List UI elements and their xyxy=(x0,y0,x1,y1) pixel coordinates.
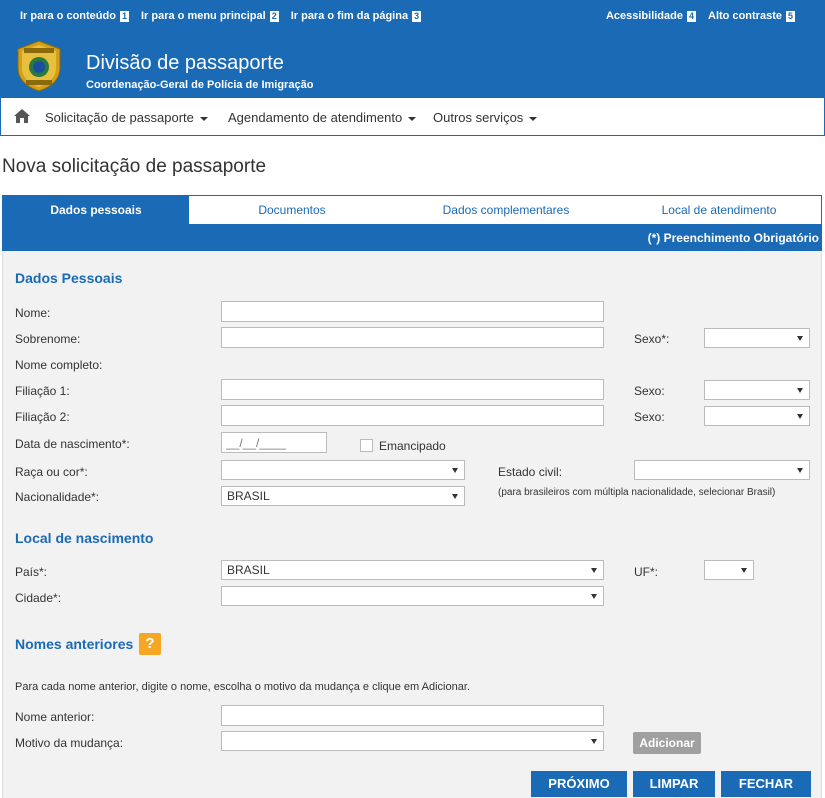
accessibility-label: Acessibilidade xyxy=(605,10,683,22)
form-tabs: Dados pessoais Documentos Dados compleme… xyxy=(2,195,822,225)
next-button[interactable]: PRÓXIMO xyxy=(531,771,627,797)
sobrenome-label: Sobrenome: xyxy=(15,332,81,346)
sexo-select[interactable] xyxy=(704,328,810,348)
sexo-label: Sexo*: xyxy=(634,332,670,346)
main-nav: Solicitação de passaporte Agendamento de… xyxy=(0,98,825,136)
site-title: Divisão de passaporte xyxy=(86,52,284,74)
chevron-down-icon xyxy=(452,468,458,473)
uf-label: UF*: xyxy=(634,565,658,579)
chevron-down-icon xyxy=(591,739,597,744)
tab-documents[interactable]: Documentos xyxy=(189,196,395,225)
access-key: 3 xyxy=(412,10,422,22)
nav-item-passport-request[interactable]: Solicitação de passaporte xyxy=(45,110,208,125)
chevron-down-icon xyxy=(797,388,803,393)
nome-anterior-input[interactable] xyxy=(221,705,604,726)
nav-item-label: Agendamento de atendimento xyxy=(228,110,403,125)
section-title-previous-names: Nomes anteriores xyxy=(15,636,134,652)
chevron-down-icon xyxy=(591,594,597,599)
clear-button[interactable]: LIMPAR xyxy=(633,771,715,797)
pais-label: País*: xyxy=(15,565,48,579)
cidade-label: Cidade*: xyxy=(15,591,62,605)
previous-names-instructions: Para cada nome anterior, digite o nome, … xyxy=(15,681,470,693)
uf-select[interactable] xyxy=(704,560,754,580)
skip-to-footer-link[interactable]: Ir para o fim da página 3 xyxy=(290,10,422,22)
skip-to-content-label: Ir para o conteúdo xyxy=(20,10,116,22)
filiacao1-input[interactable] xyxy=(221,379,604,400)
skip-to-footer-label: Ir para o fim da página xyxy=(290,10,409,22)
high-contrast-link[interactable]: Alto contraste 5 xyxy=(708,10,795,22)
chevron-down-icon xyxy=(408,116,417,121)
policia-federal-badge-icon xyxy=(17,40,61,92)
chevron-down-icon xyxy=(797,468,803,473)
filiacao2-input[interactable] xyxy=(221,405,604,426)
nascimento-input[interactable] xyxy=(221,432,327,453)
section-title-birthplace: Local de nascimento xyxy=(15,530,154,546)
nome-label: Nome: xyxy=(15,306,51,320)
filiacao2-label: Filiação 2: xyxy=(15,410,70,424)
nascimento-label: Data de nascimento*: xyxy=(15,437,130,451)
cidade-select[interactable] xyxy=(221,586,604,606)
emancipado-checkbox[interactable] xyxy=(360,439,373,452)
add-button[interactable]: Adicionar xyxy=(633,732,701,754)
required-bar: (*) Preenchimento Obrigatório xyxy=(2,225,822,251)
nav-item-label: Solicitação de passaporte xyxy=(45,110,194,125)
high-contrast-label: Alto contraste xyxy=(708,10,782,22)
nome-anterior-label: Nome anterior: xyxy=(15,710,95,724)
pais-value: BRASIL xyxy=(227,563,270,577)
chevron-down-icon xyxy=(741,568,747,573)
nome-completo-label: Nome completo: xyxy=(15,358,103,372)
site-header: Ir para o conteúdo 1 Ir para o menu princ… xyxy=(0,0,825,98)
home-icon[interactable] xyxy=(13,108,31,124)
chevron-down-icon xyxy=(199,116,208,121)
raca-select[interactable] xyxy=(221,460,465,480)
motivo-select[interactable] xyxy=(221,731,604,751)
accessibility-link[interactable]: Acessibilidade 4 xyxy=(605,10,697,22)
sexo-filiacao2-label: Sexo: xyxy=(634,410,665,424)
nacionalidade-note: (para brasileiros com múltipla nacionali… xyxy=(498,487,776,498)
nav-item-label: Outros serviços xyxy=(433,110,524,125)
sobrenome-input[interactable] xyxy=(221,327,604,348)
help-icon[interactable]: ? xyxy=(139,633,161,655)
nacionalidade-select[interactable]: BRASIL xyxy=(221,486,465,506)
site-subtitle: Coordenação-Geral de Polícia de Imigraçã… xyxy=(86,79,314,91)
accessibility-bar: Ir para o conteúdo 1 Ir para o menu princ… xyxy=(20,10,795,26)
motivo-label: Motivo da mudança: xyxy=(15,736,124,750)
access-key: 5 xyxy=(785,10,795,22)
tab-personal-data[interactable]: Dados pessoais xyxy=(3,196,189,225)
estado-civil-select[interactable] xyxy=(634,460,810,480)
nacionalidade-label: Nacionalidade*: xyxy=(15,490,100,504)
skip-to-menu-link[interactable]: Ir para o menu principal 2 xyxy=(141,10,279,22)
raca-label: Raça ou cor*: xyxy=(15,465,88,479)
form-panel: Dados Pessoais Nome: Sobrenome: Sexo*: N… xyxy=(2,251,822,798)
estado-civil-label: Estado civil: xyxy=(498,465,563,479)
sexo-filiacao2-select[interactable] xyxy=(704,406,810,426)
access-key: 1 xyxy=(119,10,129,22)
emancipado-label: Emancipado xyxy=(379,439,446,453)
section-title-personal: Dados Pessoais xyxy=(15,270,123,286)
tab-service-location[interactable]: Local de atendimento xyxy=(617,196,821,225)
chevron-down-icon xyxy=(797,336,803,341)
nome-input[interactable] xyxy=(221,301,604,322)
nacionalidade-value: BRASIL xyxy=(227,489,270,503)
pais-select[interactable]: BRASIL xyxy=(221,560,604,580)
nav-item-scheduling[interactable]: Agendamento de atendimento xyxy=(228,110,417,125)
tab-complementary-data[interactable]: Dados complementares xyxy=(395,196,617,225)
sexo-filiacao1-select[interactable] xyxy=(704,380,810,400)
chevron-down-icon xyxy=(591,568,597,573)
access-key: 4 xyxy=(687,10,697,22)
close-button[interactable]: FECHAR xyxy=(721,771,811,797)
chevron-down-icon xyxy=(529,116,538,121)
page-title: Nova solicitação de passaporte xyxy=(2,156,267,177)
required-note: (*) Preenchimento Obrigatório xyxy=(647,231,819,245)
skip-to-content-link[interactable]: Ir para o conteúdo 1 xyxy=(20,10,129,22)
access-key: 2 xyxy=(269,10,279,22)
filiacao1-label: Filiação 1: xyxy=(15,384,70,398)
chevron-down-icon xyxy=(797,414,803,419)
sexo-filiacao1-label: Sexo: xyxy=(634,384,665,398)
chevron-down-icon xyxy=(452,494,458,499)
skip-to-menu-label: Ir para o menu principal xyxy=(140,10,266,22)
nav-item-other-services[interactable]: Outros serviços xyxy=(433,110,538,125)
